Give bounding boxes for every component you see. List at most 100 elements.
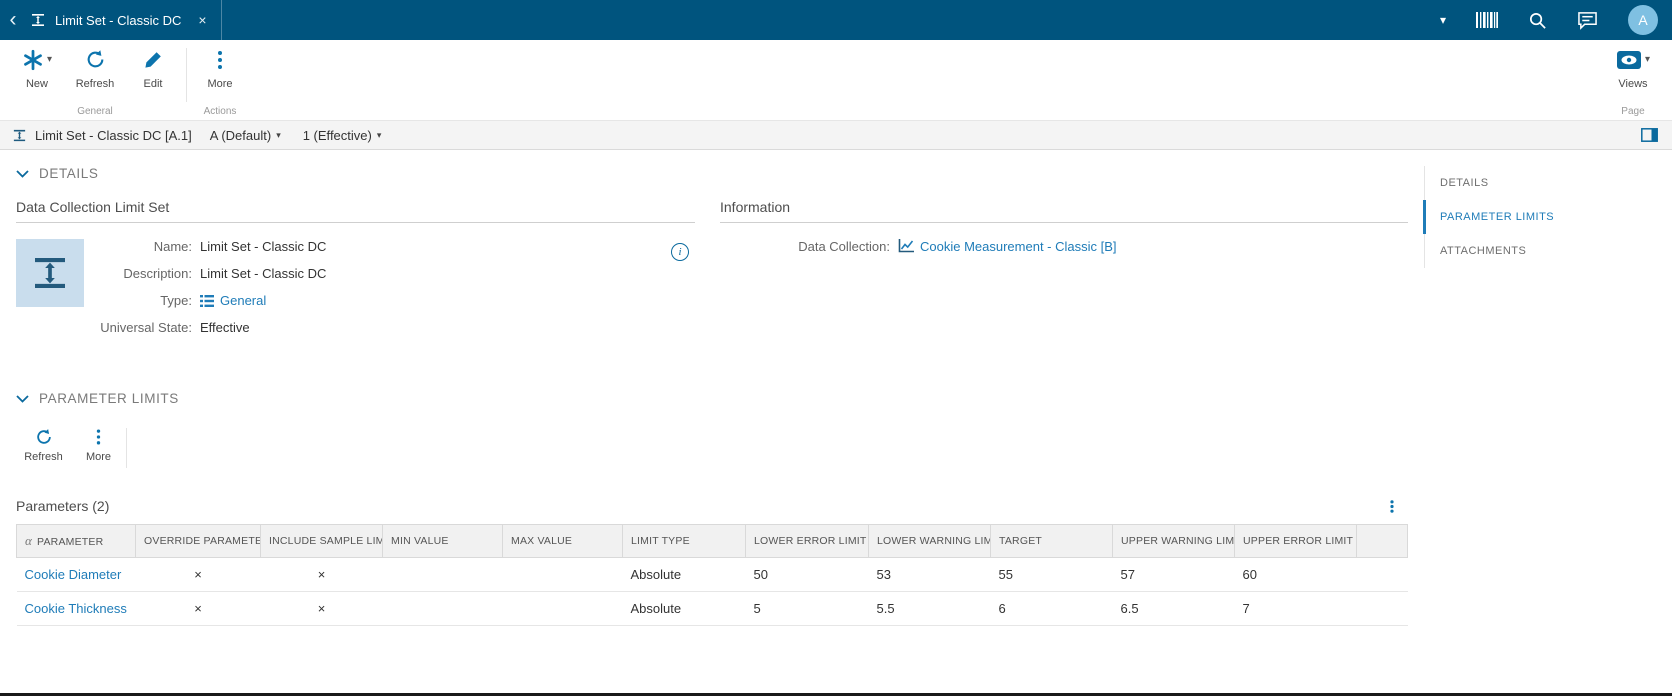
upper-warning-cell: 6.5 (1112, 591, 1235, 626)
lower-error-cell: 5 (745, 591, 869, 626)
cleared-x-icon: × (317, 567, 326, 582)
feedback-chat-icon[interactable] (1577, 11, 1598, 30)
details-panels: Data Collection Limit Set Name: Limit Se… (16, 199, 1408, 335)
parameter-limits-section: PARAMETER LIMITS Refresh More Parameters… (16, 391, 1408, 626)
refresh-button[interactable]: Refresh (66, 46, 124, 102)
chevron-down-icon (16, 394, 29, 403)
more-button-label: More (207, 78, 233, 90)
type-value-link[interactable]: General (220, 293, 266, 308)
col-parameter[interactable]: α PARAMETER (16, 524, 136, 558)
ellipsis-vertical-icon (217, 49, 223, 71)
spacer-cell (1356, 557, 1408, 592)
tab-limit-set[interactable]: Limit Set - Classic DC × (26, 0, 222, 40)
col-lower-warning-limit[interactable]: LOWER WARNING LIMIT (868, 524, 991, 558)
record-title: Limit Set - Classic DC [A.1] (35, 127, 192, 143)
eye-views-icon (1616, 50, 1642, 70)
name-label: Name: (153, 239, 192, 254)
col-upper-warning-limit[interactable]: UPPER WARNING LIMIT (1112, 524, 1235, 558)
col-upper-error-limit[interactable]: UPPER ERROR LIMIT (1234, 524, 1357, 558)
cleared-x-icon: × (194, 601, 202, 616)
parameter-link[interactable]: Cookie Thickness (25, 601, 127, 616)
version-label: 1 (Effective) (302, 127, 372, 143)
col-limit-type[interactable]: LIMIT TYPE (622, 524, 746, 558)
parameter-limits-toolbar: Refresh More (16, 424, 1408, 476)
chevron-down-icon: ▾ (46, 54, 53, 65)
info-icon[interactable]: i (671, 243, 689, 261)
col-target[interactable]: TARGET (990, 524, 1113, 558)
table-header-row: α PARAMETER OVERRIDE PARAMETER INCLUDE SA… (16, 524, 1408, 558)
table-row: Cookie Diameter × × Absolute 50 53 55 57… (16, 557, 1408, 592)
name-value: Limit Set - Classic DC (200, 239, 327, 254)
universal-state-value: Effective (200, 320, 250, 335)
type-label: Type: (160, 293, 192, 308)
limit-type-cell: Absolute (622, 591, 746, 626)
window-bottom-edge (0, 693, 1672, 696)
col-lower-error-limit[interactable]: LOWER ERROR LIMIT (745, 524, 869, 558)
data-collection-link[interactable]: Cookie Measurement - Classic [B] (920, 239, 1117, 254)
page-content: DETAILS PARAMETER LIMITS ATTACHMENTS DET… (0, 150, 1672, 696)
views-button-label: Views (1618, 78, 1648, 90)
chevron-down-icon (16, 169, 29, 178)
main-area: DETAILS Data Collection Limit Set Name: … (0, 150, 1408, 626)
nav-item-attachments[interactable]: ATTACHMENTS (1423, 234, 1672, 268)
data-collection-label: Data Collection: (798, 239, 890, 254)
ribbon-group-actions: More Actions (189, 40, 251, 120)
nav-item-details[interactable]: DETAILS (1423, 166, 1672, 200)
ribbon-group-general: ▾ New Refresh Edit General (6, 40, 184, 120)
lower-error-cell: 50 (745, 557, 869, 592)
new-button[interactable]: ▾ New (8, 46, 66, 102)
asterisk-new-icon (22, 49, 44, 71)
col-min-value[interactable]: MIN VALUE (382, 524, 503, 558)
edit-button[interactable]: Edit (124, 46, 182, 102)
upper-error-cell: 60 (1234, 557, 1357, 592)
views-button[interactable]: ▾ Views (1616, 46, 1650, 102)
col-spacer (1356, 524, 1408, 558)
revision-dropdown[interactable]: A (Default) ▾ (210, 128, 281, 143)
limits-more-button[interactable]: More (71, 424, 126, 476)
user-avatar[interactable]: A (1628, 5, 1658, 35)
barcode-icon[interactable] (1476, 12, 1498, 28)
col-override-parameter[interactable]: OVERRIDE PARAMETER (135, 524, 261, 558)
grid-menu-kebab-icon[interactable] (1390, 499, 1394, 514)
spacer-cell (1356, 591, 1408, 626)
refresh-icon (85, 49, 106, 70)
close-tab-icon[interactable]: × (198, 12, 206, 28)
parameter-link[interactable]: Cookie Diameter (25, 567, 122, 582)
ribbon-toolbar: ▾ New Refresh Edit General More Actions … (0, 40, 1672, 120)
edit-button-label: Edit (143, 78, 163, 90)
target-cell: 55 (990, 557, 1113, 592)
description-value: Limit Set - Classic DC (200, 266, 327, 281)
col-max-value[interactable]: MAX VALUE (502, 524, 623, 558)
version-dropdown[interactable]: 1 (Effective) ▾ (303, 128, 382, 143)
limit-set-icon (30, 12, 46, 28)
search-icon[interactable] (1528, 11, 1547, 30)
new-button-label: New (25, 78, 48, 90)
limit-type-cell: Absolute (622, 557, 746, 592)
limit-set-icon (12, 128, 27, 143)
limits-refresh-label: Refresh (24, 451, 63, 463)
more-button[interactable]: More (191, 46, 249, 102)
upper-warning-cell: 57 (1112, 557, 1235, 592)
line-chart-icon (898, 239, 914, 254)
ribbon-separator (186, 48, 187, 102)
details-section-header[interactable]: DETAILS (16, 166, 1408, 181)
lower-warning-cell: 53 (868, 557, 991, 592)
parameter-limits-section-header[interactable]: PARAMETER LIMITS (16, 391, 1408, 406)
col-include-sample-limit[interactable]: INCLUDE SAMPLE LIMIT (260, 524, 383, 558)
upper-error-cell: 7 (1234, 591, 1357, 626)
limits-refresh-button[interactable]: Refresh (16, 424, 71, 476)
open-panel-icon[interactable] (1641, 128, 1658, 142)
limit-set-panel: Data Collection Limit Set Name: Limit Se… (16, 199, 695, 335)
nav-item-parameter-limits[interactable]: PARAMETER LIMITS (1423, 200, 1672, 234)
description-label: Description: (123, 266, 192, 281)
chevron-down-icon: ▾ (1644, 54, 1650, 65)
limit-set-icon (30, 253, 70, 293)
back-button[interactable]: ‹ (0, 0, 26, 40)
lower-warning-cell: 5.5 (868, 591, 991, 626)
toolbar-separator (126, 428, 127, 468)
chevron-down-icon: ▾ (376, 129, 382, 140)
ribbon-group-general-label: General (77, 106, 113, 117)
ellipsis-vertical-icon (96, 428, 101, 446)
chevron-left-icon: ‹ (9, 8, 17, 31)
chevron-down-icon[interactable]: ▾ (1440, 13, 1446, 27)
